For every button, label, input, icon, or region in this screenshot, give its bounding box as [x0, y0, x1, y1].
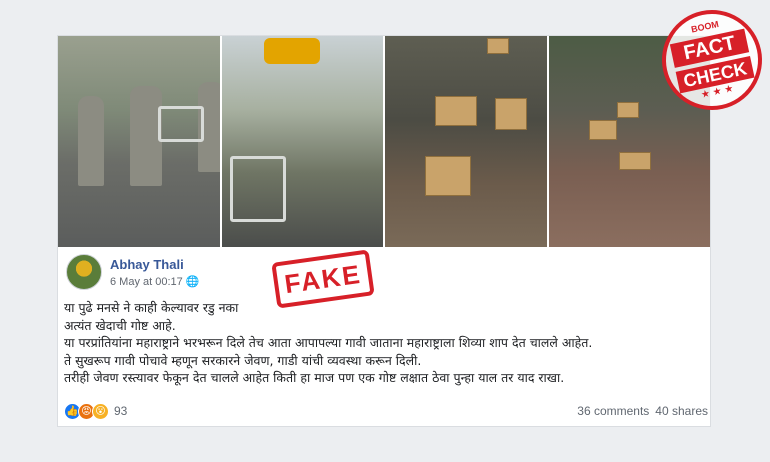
shares-count[interactable]: 40 shares	[655, 404, 708, 418]
food-box	[588, 120, 617, 140]
post-header: Abhay Thali 6 May at 00:17 🌐	[66, 254, 200, 290]
food-box	[435, 96, 477, 126]
facebook-post-card: Abhay Thali 6 May at 00:17 🌐 या पुढे मनस…	[58, 36, 710, 426]
author-name[interactable]: Abhay Thali	[110, 257, 200, 272]
video-frame-2	[221, 36, 383, 247]
globe-icon: 🌐	[185, 275, 200, 288]
food-box	[618, 152, 651, 170]
food-box	[425, 156, 471, 196]
bench	[158, 106, 204, 142]
post-meta: Abhay Thali 6 May at 00:17 🌐	[110, 257, 200, 288]
food-box	[495, 98, 527, 130]
post-text-line: अत्यंत खेदाची गोष्ट आहे.	[64, 317, 176, 333]
station-signboard	[263, 38, 320, 64]
post-text-line: या पुढे मनसे ने काही केल्यावर रडु नका	[64, 300, 239, 315]
engagement-counts: 36 comments 40 shares	[577, 404, 708, 418]
post-text-line: ते सुखरूप गावी पोचावे म्हणून सरकारने जेव…	[64, 352, 422, 368]
post-text-line: तरीही जेवण रस्त्यावर फेकून देत चालले आहे…	[64, 370, 565, 385]
post-text-line: या परप्रांतियांना महाराष्ट्राने भरभरून द…	[64, 335, 593, 350]
video-frame-1	[58, 36, 220, 247]
post-footer: 👍 😡 😮 93 36 comments 40 shares	[64, 400, 710, 422]
wow-icon: 😮	[92, 402, 109, 420]
timestamp-row: 6 May at 00:17 🌐	[110, 275, 200, 288]
timestamp[interactable]: 6 May at 00:17	[110, 276, 183, 288]
video-frame-3	[385, 36, 547, 247]
reaction-count[interactable]: 93	[114, 404, 127, 418]
officer-figure	[78, 96, 104, 186]
food-box	[616, 102, 639, 118]
reactions-summary[interactable]: 👍 😡 😮 93	[64, 402, 127, 420]
food-box	[487, 38, 509, 54]
avatar[interactable]	[66, 254, 102, 290]
video-thumbnail-strip[interactable]	[58, 36, 710, 247]
comments-count[interactable]: 36 comments	[577, 404, 649, 418]
post-text: या पुढे मनसे ने काही केल्यावर रडु नका अत…	[64, 299, 704, 387]
bench	[229, 156, 286, 222]
